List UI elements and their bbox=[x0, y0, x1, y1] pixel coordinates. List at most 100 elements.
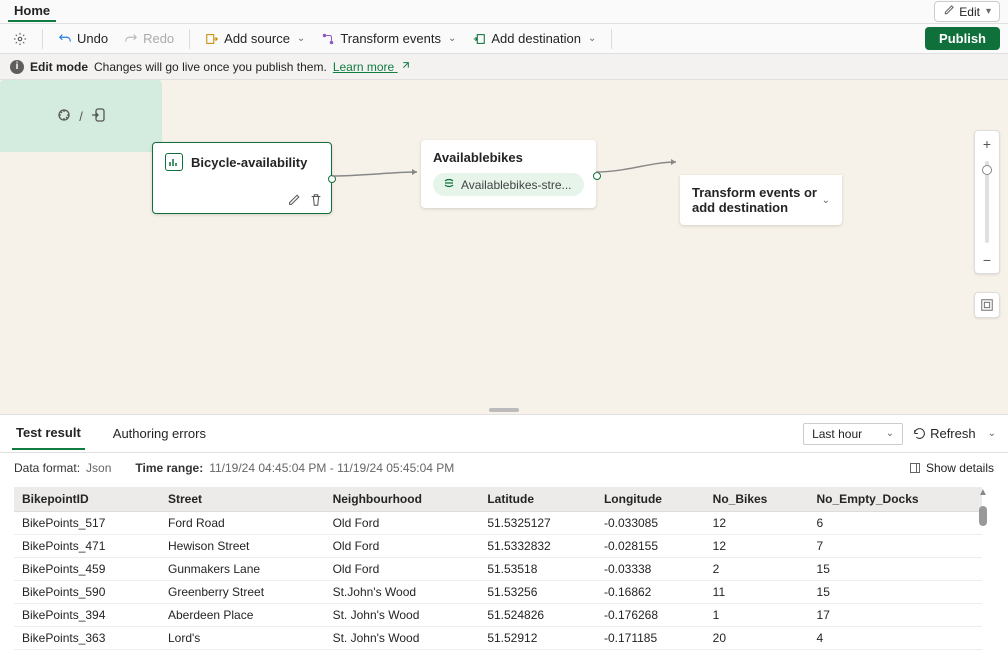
node-destination-label[interactable]: Transform events or add destination ⌄ bbox=[680, 175, 842, 225]
resize-handle[interactable] bbox=[489, 408, 519, 412]
info-mode: Edit mode bbox=[30, 60, 88, 74]
table-cell: 51.52912 bbox=[479, 627, 596, 650]
column-header[interactable]: No_Bikes bbox=[705, 487, 809, 512]
scroll-thumb[interactable] bbox=[979, 506, 987, 526]
table-row[interactable]: BikePoints_590Greenberry StreetSt.John's… bbox=[14, 581, 982, 604]
publish-button[interactable]: Publish bbox=[925, 27, 1000, 50]
connector-arrow bbox=[596, 156, 684, 180]
pencil-icon bbox=[943, 4, 955, 19]
node-source-title: Bicycle-availability bbox=[191, 155, 307, 170]
delete-node-icon[interactable] bbox=[309, 193, 323, 207]
zoom-slider[interactable] bbox=[985, 161, 989, 243]
table-row[interactable]: BikePoints_517Ford RoadOld Ford51.532512… bbox=[14, 512, 982, 535]
learn-more-link[interactable]: Learn more bbox=[333, 60, 410, 74]
zoom-out-button[interactable]: − bbox=[974, 247, 1000, 273]
add-source-button[interactable]: Add source ⌄ bbox=[198, 28, 312, 49]
table-cell: St. John's Wood bbox=[325, 604, 480, 627]
column-header[interactable]: BikepointID bbox=[14, 487, 160, 512]
table-scrollbar[interactable]: ▲ bbox=[976, 487, 990, 526]
show-details-label: Show details bbox=[926, 461, 994, 475]
table-cell: 51.5325127 bbox=[479, 512, 596, 535]
redo-button[interactable]: Redo bbox=[117, 28, 181, 49]
results-table: BikepointIDStreetNeighbourhoodLatitudeLo… bbox=[14, 487, 982, 650]
table-row[interactable]: BikePoints_471Hewison StreetOld Ford51.5… bbox=[14, 535, 982, 558]
refresh-label: Refresh bbox=[930, 426, 976, 441]
chevron-down-icon: ⌄ bbox=[297, 33, 305, 44]
zoom-in-button[interactable]: + bbox=[974, 131, 1000, 157]
transform-button[interactable]: Transform events ⌄ bbox=[314, 28, 463, 49]
results-meta: Data format: Json Time range: 11/19/24 0… bbox=[0, 453, 1008, 483]
table-cell: -0.033085 bbox=[596, 512, 705, 535]
table-cell: 20 bbox=[705, 627, 809, 650]
table-cell: 11 bbox=[705, 581, 809, 604]
column-header[interactable]: Street bbox=[160, 487, 325, 512]
undo-icon bbox=[58, 32, 72, 46]
table-cell: BikePoints_471 bbox=[14, 535, 160, 558]
table-cell: Gunmakers Lane bbox=[160, 558, 325, 581]
add-destination-button[interactable]: Add destination ⌄ bbox=[465, 28, 603, 49]
zoom-thumb[interactable] bbox=[982, 165, 992, 175]
node-source[interactable]: Bicycle-availability bbox=[152, 142, 332, 214]
column-header[interactable]: Latitude bbox=[479, 487, 596, 512]
table-cell: 51.5332832 bbox=[479, 535, 596, 558]
time-filter-select[interactable]: Last hour ⌄ bbox=[803, 423, 903, 445]
table-cell: Hewison Street bbox=[160, 535, 325, 558]
table-row[interactable]: BikePoints_363Lord'sSt. John's Wood51.52… bbox=[14, 627, 982, 650]
undo-label: Undo bbox=[77, 31, 108, 46]
chevron-down-icon: ▾ bbox=[986, 6, 991, 17]
output-port[interactable] bbox=[593, 172, 601, 180]
node-destination-placeholder[interactable]: / bbox=[0, 80, 162, 152]
destination-icon bbox=[472, 32, 486, 46]
table-cell: 17 bbox=[809, 604, 982, 627]
chevron-down-icon[interactable]: ⌄ bbox=[822, 195, 830, 206]
transform-label: Transform events bbox=[340, 31, 441, 46]
chevron-down-icon[interactable]: ⌄ bbox=[988, 428, 996, 439]
gear-icon bbox=[13, 32, 27, 46]
output-icon bbox=[89, 106, 107, 127]
chevron-down-icon: ⌄ bbox=[588, 33, 596, 44]
tab-home[interactable]: Home bbox=[8, 1, 56, 22]
table-cell: Ford Road bbox=[160, 512, 325, 535]
table-cell: Old Ford bbox=[325, 535, 480, 558]
add-destination-label: Add destination bbox=[491, 31, 581, 46]
table-cell: -0.176268 bbox=[596, 604, 705, 627]
tab-test-result[interactable]: Test result bbox=[12, 417, 85, 450]
info-bar: i Edit mode Changes will go live once yo… bbox=[0, 54, 1008, 80]
table-cell: St.John's Wood bbox=[325, 581, 480, 604]
table-cell: BikePoints_394 bbox=[14, 604, 160, 627]
edit-node-icon[interactable] bbox=[287, 193, 301, 207]
table-cell: BikePoints_517 bbox=[14, 512, 160, 535]
transform-icon bbox=[321, 32, 335, 46]
tab-authoring-errors[interactable]: Authoring errors bbox=[109, 418, 210, 449]
zoom-control: + − bbox=[974, 130, 1000, 274]
diagram-canvas[interactable]: Bicycle-availability Availablebikes Avai… bbox=[0, 80, 1008, 414]
undo-button[interactable]: Undo bbox=[51, 28, 115, 49]
column-header[interactable]: Neighbourhood bbox=[325, 487, 480, 512]
edit-button[interactable]: Edit ▾ bbox=[934, 1, 1000, 22]
fit-to-screen-button[interactable] bbox=[974, 292, 1000, 318]
scroll-up-icon[interactable]: ▲ bbox=[978, 487, 988, 498]
node-transform[interactable]: Availablebikes Availablebikes-stre... bbox=[421, 140, 596, 208]
show-details-button[interactable]: Show details bbox=[909, 461, 994, 475]
stream-pill[interactable]: Availablebikes-stre... bbox=[433, 173, 584, 196]
chevron-down-icon: ⌄ bbox=[448, 33, 456, 44]
stream-pill-label: Availablebikes-stre... bbox=[461, 178, 572, 192]
table-cell: 6 bbox=[809, 512, 982, 535]
table-row[interactable]: BikePoints_459Gunmakers LaneOld Ford51.5… bbox=[14, 558, 982, 581]
table-cell: Aberdeen Place bbox=[160, 604, 325, 627]
stream-icon bbox=[443, 177, 455, 192]
redo-label: Redo bbox=[143, 31, 174, 46]
destination-text: Transform events or add destination bbox=[692, 185, 820, 215]
results-pane: Test result Authoring errors Last hour ⌄… bbox=[0, 414, 1008, 650]
column-header[interactable]: Longitude bbox=[596, 487, 705, 512]
slash-separator: / bbox=[79, 109, 83, 124]
output-port[interactable] bbox=[328, 175, 336, 183]
data-format-value: Json bbox=[86, 461, 111, 475]
settings-button[interactable] bbox=[6, 29, 34, 49]
refresh-button[interactable]: Refresh bbox=[913, 426, 976, 441]
table-cell: Old Ford bbox=[325, 512, 480, 535]
table-cell: Old Ford bbox=[325, 558, 480, 581]
table-row[interactable]: BikePoints_394Aberdeen PlaceSt. John's W… bbox=[14, 604, 982, 627]
node-transform-title: Availablebikes bbox=[433, 150, 584, 165]
column-header[interactable]: No_Empty_Docks bbox=[809, 487, 982, 512]
